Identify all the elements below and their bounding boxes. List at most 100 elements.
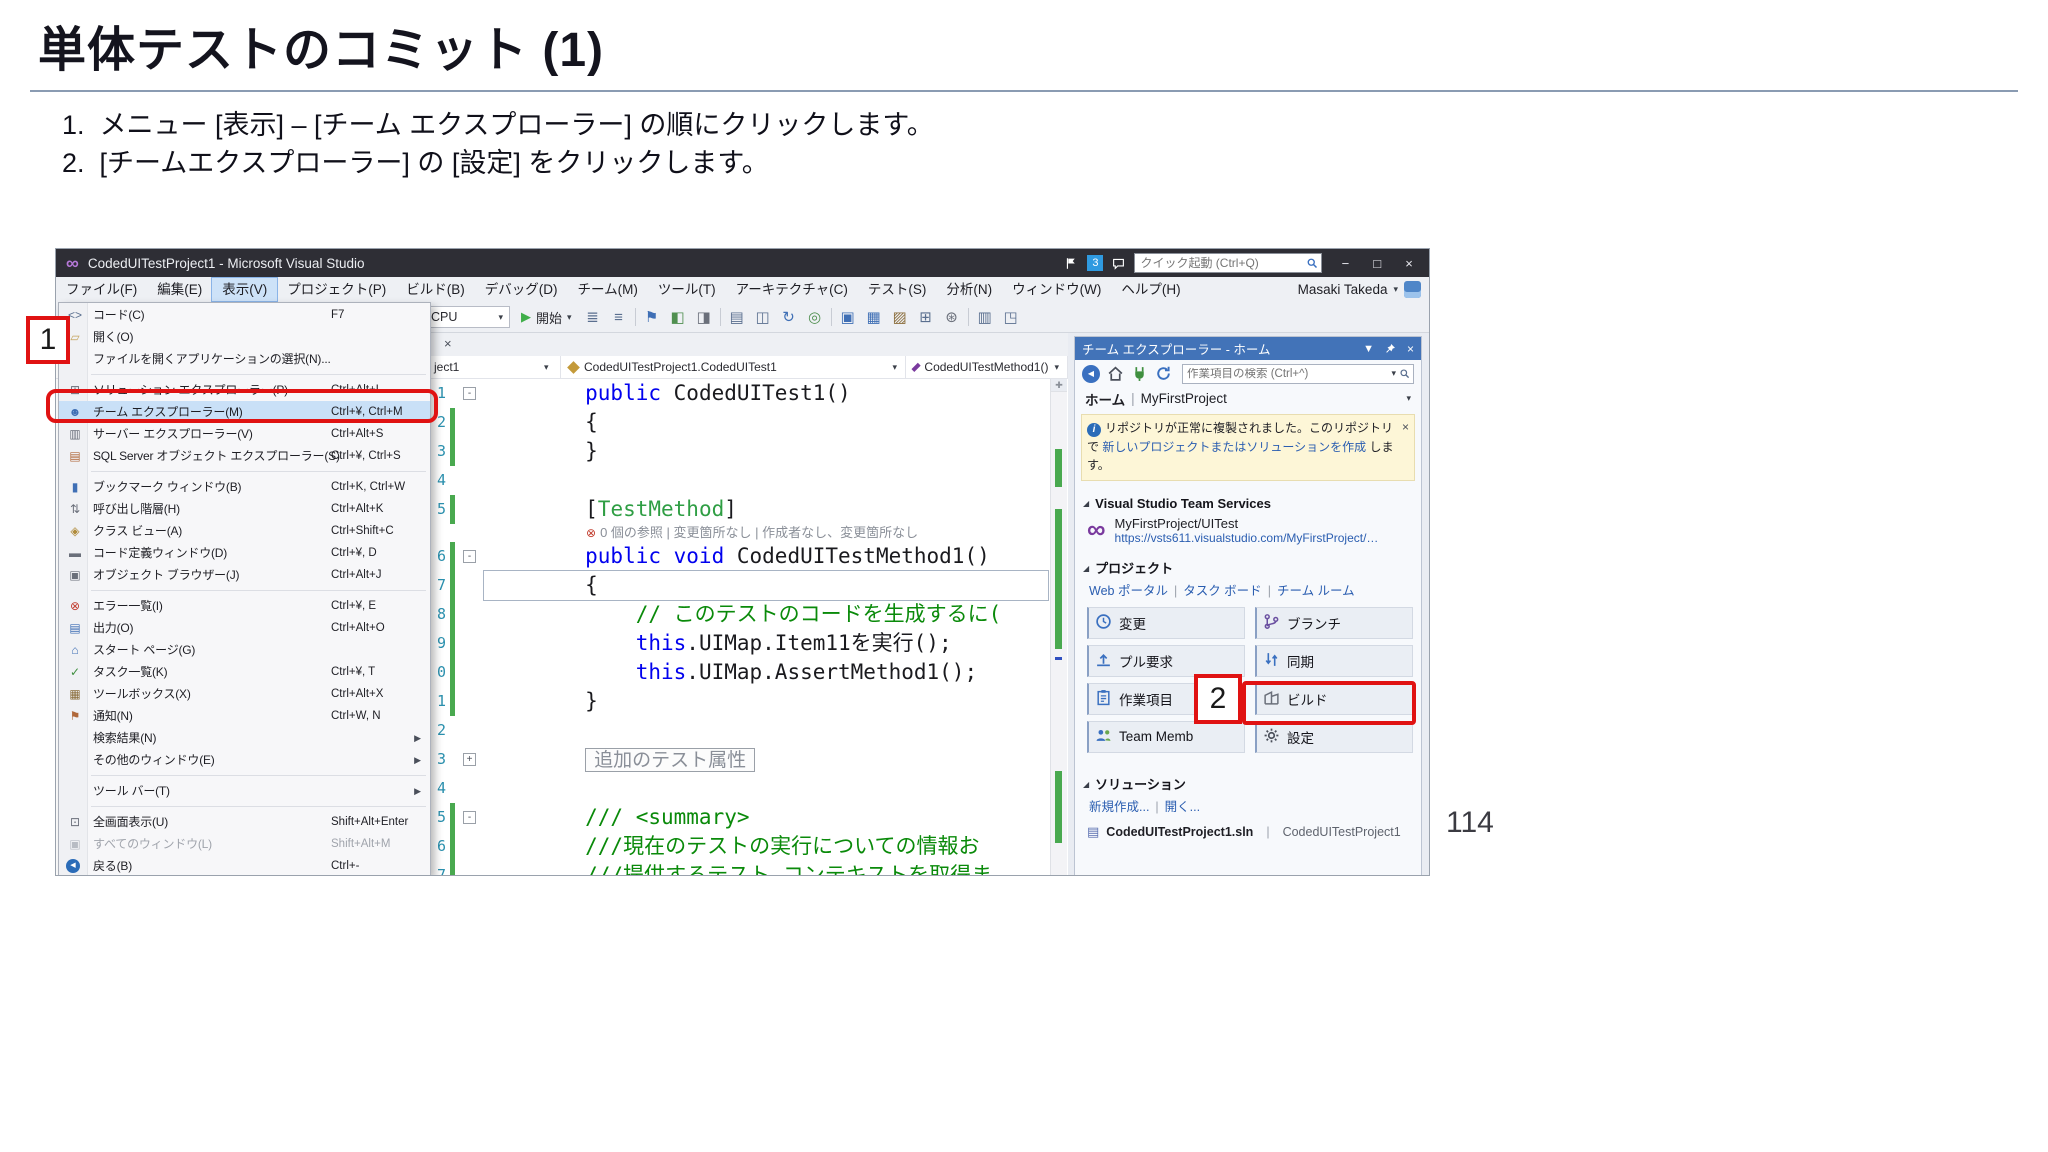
view-menu-item[interactable]: ▱ 開く(O) bbox=[59, 326, 430, 348]
save-icon[interactable]: ▣ bbox=[838, 308, 858, 326]
vertical-scrollbar[interactable]: ✚ bbox=[1050, 379, 1067, 875]
breadcrumb-home[interactable]: ホーム bbox=[1085, 389, 1125, 409]
notice-close-icon[interactable]: × bbox=[1402, 418, 1409, 437]
menubar-item[interactable]: テスト(S) bbox=[858, 278, 937, 301]
menubar-item[interactable]: プロジェクト(P) bbox=[277, 278, 396, 301]
menubar-item[interactable]: ファイル(F) bbox=[56, 278, 147, 301]
link-item[interactable]: Web ポータル bbox=[1089, 584, 1168, 598]
refresh-icon[interactable] bbox=[1155, 365, 1172, 382]
comment-icon[interactable]: ◧ bbox=[668, 308, 688, 326]
solution-item[interactable]: ▤ CodedUITestProject1.sln | CodedUITestP… bbox=[1075, 819, 1421, 840]
new-item-icon[interactable]: ▤ bbox=[727, 308, 747, 326]
close-panel-icon[interactable]: × bbox=[1407, 342, 1414, 356]
view-menu-item[interactable]: ⇅ 呼び出し階層(H) Ctrl+Alt+K bbox=[59, 498, 430, 520]
view-menu-item[interactable]: ▮ ブックマーク ウィンドウ(B) Ctrl+K, Ctrl+W bbox=[59, 476, 430, 498]
view-menu-item[interactable]: ▤ 出力(O) Ctrl+Alt+O bbox=[59, 617, 430, 639]
menubar-item[interactable]: チーム(M) bbox=[568, 278, 648, 301]
fold-marker-icon[interactable]: - bbox=[463, 387, 476, 400]
view-menu-item[interactable]: ▣ オブジェクト ブラウザー(J) Ctrl+Alt+J bbox=[59, 564, 430, 586]
menubar-item[interactable]: 分析(N) bbox=[936, 278, 1002, 301]
close-button[interactable]: × bbox=[1395, 256, 1423, 271]
view-menu-item[interactable]: ▬ コード定義ウィンドウ(D) Ctrl+¥, D bbox=[59, 542, 430, 564]
view-menu-item[interactable]: ⊡ 全画面表示(U) Shift+Alt+Enter bbox=[59, 811, 430, 833]
run-tests-icon[interactable]: ◎ bbox=[805, 308, 825, 326]
sync-tile[interactable]: 同期 bbox=[1255, 644, 1413, 677]
grid-icon[interactable]: ⊞ bbox=[916, 308, 936, 326]
user-account[interactable]: Masaki Takeda ▾ bbox=[1298, 281, 1429, 298]
notification-flag-icon[interactable] bbox=[1065, 257, 1078, 270]
link-item[interactable]: チーム ルーム bbox=[1277, 584, 1355, 598]
type-dropdown[interactable]: CodedUITestProject1.CodedUITest1 ▾ bbox=[561, 356, 906, 378]
uncomment-icon[interactable]: ◨ bbox=[694, 308, 714, 326]
feedback-icon[interactable] bbox=[1112, 257, 1125, 270]
notification-count-badge[interactable]: 3 bbox=[1087, 255, 1104, 271]
menubar-item[interactable]: ウィンドウ(W) bbox=[1002, 278, 1111, 301]
flag-icon[interactable]: ⚑ bbox=[642, 308, 662, 326]
fold-marker-icon[interactable]: - bbox=[463, 811, 476, 824]
fold-marker-icon[interactable]: + bbox=[463, 753, 476, 766]
team-members-tile[interactable]: Team Memb bbox=[1087, 720, 1245, 753]
view-menu-item[interactable]: その他のウィンドウ(E) ▶ bbox=[59, 749, 430, 771]
link-item[interactable]: 開く... bbox=[1165, 800, 1200, 814]
window-icon[interactable]: ◫ bbox=[753, 308, 773, 326]
menubar-item[interactable]: 表示(V) bbox=[211, 277, 279, 302]
team-explorer-breadcrumb[interactable]: ホーム | MyFirstProject ▾ bbox=[1075, 387, 1421, 410]
section-header-project[interactable]: ◢ プロジェクト bbox=[1075, 551, 1421, 579]
tab-close-icon[interactable]: × bbox=[444, 336, 452, 351]
refresh-icon[interactable]: ↻ bbox=[779, 308, 799, 326]
menubar-item[interactable]: ヘルプ(H) bbox=[1111, 278, 1190, 301]
view-menu-item[interactable]: ファイルを開くアプリケーションの選択(N)... bbox=[59, 348, 430, 370]
member-dropdown[interactable]: CodedUITestMethod1() ▾ bbox=[906, 356, 1068, 378]
user-avatar[interactable] bbox=[1404, 281, 1421, 298]
home-icon[interactable] bbox=[1107, 365, 1124, 382]
quick-launch-box[interactable] bbox=[1134, 253, 1323, 273]
save-all-icon[interactable]: ▦ bbox=[864, 308, 884, 326]
menubar-item[interactable]: ツール(T) bbox=[648, 278, 726, 301]
view-menu-item[interactable]: ▦ ツールボックス(X) Ctrl+Alt+X bbox=[59, 683, 430, 705]
section-header-solution[interactable]: ◢ ソリューション bbox=[1075, 767, 1421, 795]
menubar-item[interactable]: アーキテクチャ(C) bbox=[726, 278, 858, 301]
gear-icon[interactable]: ⊛ bbox=[942, 308, 962, 326]
changes-tile[interactable]: 変更 bbox=[1087, 606, 1245, 639]
view-menu-item[interactable]: 検索結果(N) ▶ bbox=[59, 727, 430, 749]
solution-platforms-icon[interactable]: ≣ bbox=[583, 308, 603, 326]
link-item[interactable]: 新規作成... bbox=[1089, 800, 1149, 814]
start-debug-button[interactable]: ▶ 開始 ▾ bbox=[517, 308, 576, 327]
back-button[interactable]: ◀ bbox=[1082, 364, 1100, 383]
team-explorer-header[interactable]: チーム エクスプローラー - ホーム ▼ × bbox=[1075, 337, 1421, 360]
view-menu-item[interactable]: ▤ SQL Server オブジェクト エクスプローラー(S) Ctrl+¥, Ct… bbox=[59, 445, 430, 467]
view-menu-item[interactable]: ✓ タスク一覧(K) Ctrl+¥, T bbox=[59, 661, 430, 683]
connect-plug-icon[interactable] bbox=[1131, 365, 1148, 382]
window-position-icon[interactable]: ▼ bbox=[1363, 343, 1374, 355]
picture-icon[interactable]: ▨ bbox=[890, 308, 910, 326]
view-menu-item[interactable]: ◈ クラス ビュー(A) Ctrl+Shift+C bbox=[59, 520, 430, 542]
extension-icon[interactable]: ◳ bbox=[1001, 308, 1021, 326]
view-menu-item[interactable]: ⚑ 通知(N) Ctrl+W, N bbox=[59, 705, 430, 727]
create-project-link[interactable]: 新しいプロジェクトまたはソリューションを作成 bbox=[1102, 440, 1366, 454]
section-header-services[interactable]: ◢ Visual Studio Team Services bbox=[1075, 489, 1421, 513]
view-menu-item[interactable]: ⊗ エラー一覧(I) Ctrl+¥, E bbox=[59, 595, 430, 617]
document-icon[interactable]: ▥ bbox=[975, 308, 995, 326]
pin-icon[interactable] bbox=[1385, 343, 1396, 354]
work-item-search-box[interactable]: ▾ bbox=[1182, 363, 1414, 384]
view-menu-item[interactable]: ツール バー(T) ▶ bbox=[59, 780, 430, 802]
quick-launch-input[interactable] bbox=[1135, 256, 1307, 270]
settings-tile[interactable]: 設定 bbox=[1255, 720, 1413, 753]
view-menu-item[interactable]: ▣ すべてのウィンドウ(L) Shift+Alt+M bbox=[59, 833, 430, 855]
code-lines[interactable]: public CodedUITest1() { } [TestMethod] ⊗ 0… bbox=[483, 379, 1049, 875]
pull-requests-tile[interactable]: プル要求 bbox=[1087, 644, 1245, 677]
minimize-button[interactable]: − bbox=[1331, 256, 1359, 271]
menubar-item[interactable]: ビルド(B) bbox=[396, 278, 475, 301]
maximize-button[interactable]: □ bbox=[1363, 256, 1391, 271]
view-menu-item[interactable]: ⌂ スタート ページ(G) bbox=[59, 639, 430, 661]
platform-dropdown[interactable]: CPU ▾ bbox=[424, 306, 510, 328]
account-url-link[interactable]: https://vsts611.visualstudio.com/MyFirst… bbox=[1115, 531, 1385, 545]
text-indent-icon[interactable]: ≡ bbox=[609, 309, 629, 326]
menubar-item[interactable]: デバッグ(D) bbox=[475, 278, 568, 301]
link-item[interactable]: タスク ボード bbox=[1183, 584, 1261, 598]
work-item-search-input[interactable] bbox=[1183, 367, 1389, 380]
branches-tile[interactable]: ブランチ bbox=[1255, 606, 1413, 639]
splitter-grip-icon[interactable]: ✚ bbox=[1051, 379, 1067, 392]
view-menu-item[interactable]: ◀ 戻る(B) Ctrl+- bbox=[59, 855, 430, 875]
view-menu-item[interactable]: <> コード(C) F7 bbox=[59, 304, 430, 326]
